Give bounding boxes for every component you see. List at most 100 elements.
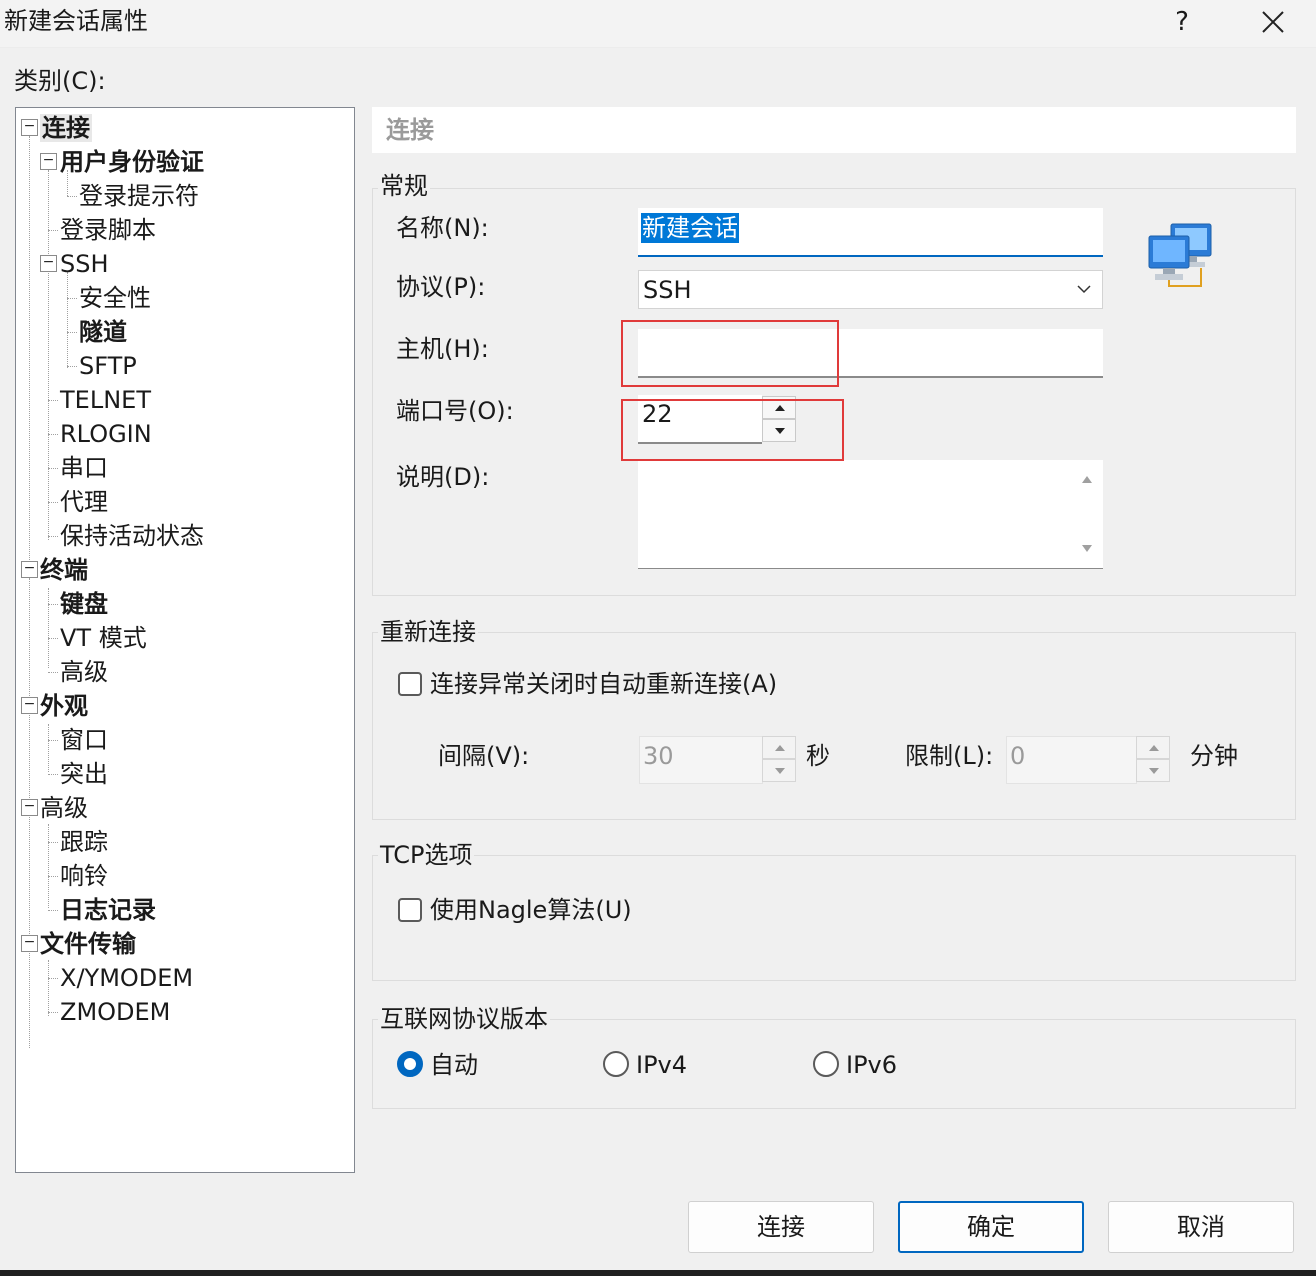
nagle-checkbox[interactable] bbox=[398, 898, 422, 922]
tree-item-proxy[interactable]: 代理 bbox=[60, 485, 108, 519]
protocol-select[interactable]: SSH bbox=[638, 270, 1103, 309]
tree-item-terminal[interactable]: 终端 bbox=[40, 553, 88, 587]
port-spinner[interactable] bbox=[762, 396, 796, 442]
tree-item-sftp[interactable]: SFTP bbox=[79, 349, 137, 383]
ipv6-label[interactable]: IPv6 bbox=[846, 1050, 897, 1080]
ok-button[interactable]: 确定 bbox=[898, 1201, 1084, 1253]
ip-version-group-title: 互联网协议版本 bbox=[378, 1004, 550, 1034]
name-input-value: 新建会话 bbox=[641, 213, 739, 243]
port-spin-down-button[interactable] bbox=[762, 419, 796, 442]
limit-input[interactable]: 0 bbox=[1006, 736, 1137, 784]
nagle-label[interactable]: 使用Nagle算法(U) bbox=[430, 895, 632, 925]
limit-spin-up-button[interactable] bbox=[1136, 736, 1170, 759]
auto-reconnect-label[interactable]: 连接异常关闭时自动重新连接(A) bbox=[430, 669, 777, 699]
interval-spinner[interactable] bbox=[762, 736, 796, 782]
tree-line bbox=[29, 136, 30, 574]
close-button[interactable] bbox=[1250, 2, 1294, 42]
reconnect-group-title: 重新连接 bbox=[378, 617, 478, 647]
ip-auto-label[interactable]: 自动 bbox=[430, 1050, 478, 1080]
description-textarea[interactable] bbox=[638, 460, 1103, 569]
description-scrollbar[interactable] bbox=[1071, 460, 1103, 568]
tree-toggle-ssh[interactable]: − bbox=[40, 255, 57, 272]
tree-item-vt-modes[interactable]: VT 模式 bbox=[60, 621, 147, 655]
interval-input[interactable]: 30 bbox=[639, 736, 763, 784]
tree-line bbox=[48, 978, 58, 979]
tree-item-bell[interactable]: 响铃 bbox=[60, 859, 108, 893]
tree-item-terminal-advanced[interactable]: 高级 bbox=[60, 655, 108, 689]
limit-spinner[interactable] bbox=[1136, 736, 1170, 782]
connect-button[interactable]: 连接 bbox=[688, 1201, 874, 1253]
tree-item-logging[interactable]: 日志记录 bbox=[60, 893, 156, 927]
category-label: 类别(C): bbox=[14, 67, 106, 95]
tree-line bbox=[67, 196, 77, 197]
protocol-select-value: SSH bbox=[643, 276, 692, 304]
tree-line bbox=[48, 740, 58, 741]
auto-reconnect-checkbox[interactable] bbox=[398, 672, 422, 696]
tree-item-ssh[interactable]: SSH bbox=[60, 247, 109, 281]
host-input[interactable] bbox=[638, 329, 1103, 378]
ipv4-label[interactable]: IPv4 bbox=[636, 1050, 687, 1080]
tree-line bbox=[48, 724, 49, 772]
tree-item-highlight[interactable]: 突出 bbox=[60, 757, 108, 791]
tree-item-serial[interactable]: 串口 bbox=[60, 451, 108, 485]
tree-item-tunneling[interactable]: 隧道 bbox=[79, 315, 127, 349]
tree-line bbox=[67, 298, 77, 299]
tree-item-telnet[interactable]: TELNET bbox=[60, 383, 151, 417]
tree-item-keyboard[interactable]: 键盘 bbox=[60, 587, 108, 621]
tree-item-login-prompts[interactable]: 登录提示符 bbox=[79, 179, 199, 213]
tree-toggle-advanced[interactable]: − bbox=[21, 799, 38, 816]
section-header-title: 连接 bbox=[386, 116, 434, 144]
tree-line bbox=[48, 170, 49, 540]
tree-toggle-connection[interactable]: − bbox=[21, 119, 38, 136]
category-tree[interactable]: − − − − − − − 连接 用户身份验证 登录提示符 登录脚本 SSH 安… bbox=[15, 107, 355, 1173]
interval-spin-up-button[interactable] bbox=[762, 736, 796, 759]
tree-line bbox=[48, 434, 58, 435]
general-group-title: 常规 bbox=[378, 171, 430, 201]
tree-line bbox=[67, 272, 68, 368]
ipv4-radio[interactable] bbox=[603, 1051, 629, 1077]
port-label: 端口号(O): bbox=[396, 397, 514, 425]
tree-line bbox=[48, 638, 58, 639]
tree-item-appearance[interactable]: 外观 bbox=[40, 689, 88, 723]
tree-item-login-scripts[interactable]: 登录脚本 bbox=[60, 213, 156, 247]
tree-line bbox=[48, 230, 58, 231]
tree-item-rlogin[interactable]: RLOGIN bbox=[60, 417, 152, 451]
protocol-label: 协议(P): bbox=[396, 273, 486, 301]
tree-toggle-terminal[interactable]: − bbox=[21, 561, 38, 578]
tree-item-authentication[interactable]: 用户身份验证 bbox=[60, 145, 204, 179]
ipv6-radio[interactable] bbox=[813, 1051, 839, 1077]
window-title: 新建会话属性 bbox=[4, 7, 148, 35]
interval-input-value: 30 bbox=[643, 742, 674, 770]
tree-item-trace[interactable]: 跟踪 bbox=[60, 825, 108, 859]
tree-item-connection[interactable]: 连接 bbox=[40, 111, 92, 145]
window-bottom-edge bbox=[0, 1270, 1316, 1276]
help-button[interactable]: ? bbox=[1160, 4, 1204, 40]
interval-spin-down-button[interactable] bbox=[762, 759, 796, 782]
network-computers-icon bbox=[1148, 223, 1212, 287]
tree-item-zmodem[interactable]: ZMODEM bbox=[60, 995, 170, 1029]
tree-item-advanced[interactable]: 高级 bbox=[40, 791, 88, 825]
tree-toggle-file-transfer[interactable]: − bbox=[21, 935, 38, 952]
tree-item-window[interactable]: 窗口 bbox=[60, 723, 108, 757]
cancel-button[interactable]: 取消 bbox=[1108, 1201, 1294, 1253]
tree-line bbox=[48, 468, 58, 469]
ip-auto-radio[interactable] bbox=[397, 1051, 423, 1077]
tree-line bbox=[48, 1012, 58, 1013]
tree-line bbox=[48, 672, 58, 673]
port-spin-up-button[interactable] bbox=[762, 396, 796, 419]
limit-spin-down-button[interactable] bbox=[1136, 759, 1170, 782]
tree-line bbox=[48, 824, 49, 908]
limit-input-value: 0 bbox=[1010, 742, 1026, 770]
reconnect-group bbox=[372, 632, 1296, 820]
tree-toggle-authentication[interactable]: − bbox=[40, 153, 57, 170]
tree-item-file-transfer[interactable]: 文件传输 bbox=[40, 927, 136, 961]
tree-item-xymodem[interactable]: X/YMODEM bbox=[60, 961, 193, 995]
tree-toggle-appearance[interactable]: − bbox=[21, 697, 38, 714]
port-input[interactable]: 22 bbox=[638, 395, 762, 444]
port-input-value: 22 bbox=[642, 400, 673, 428]
tree-item-keep-alive[interactable]: 保持活动状态 bbox=[60, 519, 204, 553]
host-label: 主机(H): bbox=[396, 335, 489, 363]
limit-unit: 分钟 bbox=[1190, 742, 1238, 770]
tree-item-security[interactable]: 安全性 bbox=[79, 281, 151, 315]
name-input[interactable]: 新建会话 bbox=[638, 208, 1103, 257]
